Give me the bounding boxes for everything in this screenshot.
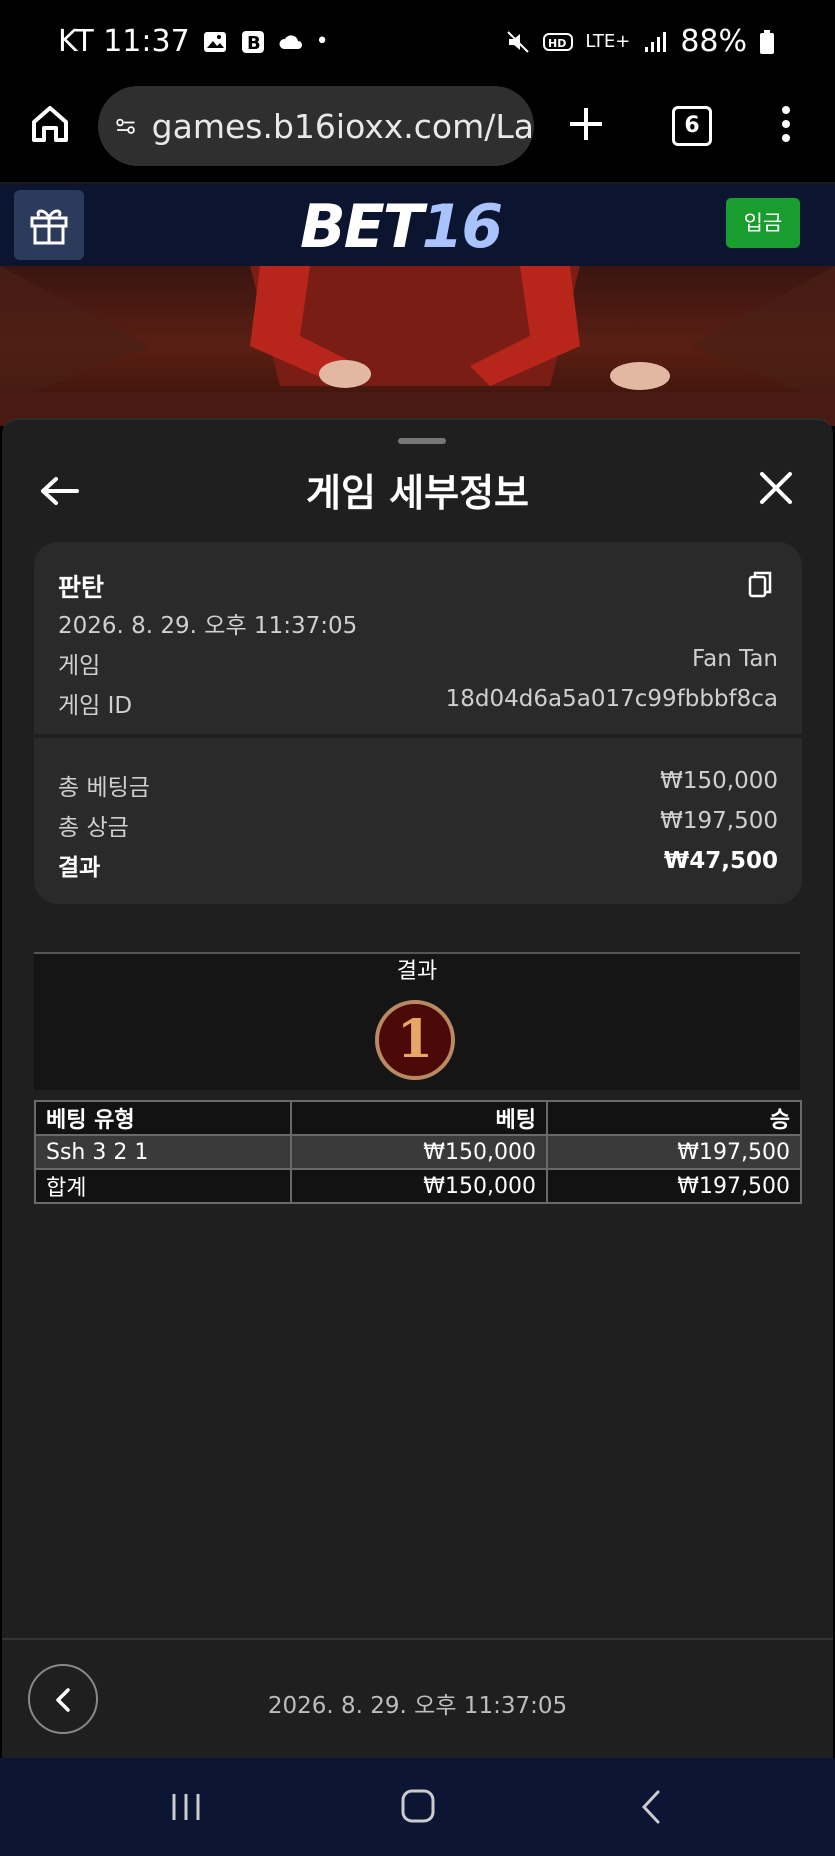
home-nav-icon[interactable] xyxy=(400,1788,436,1824)
address-bar[interactable]: games.b16ioxx.com/La xyxy=(98,86,534,166)
result-ball: 1 xyxy=(375,1000,455,1080)
recent-apps-icon[interactable] xyxy=(168,1790,204,1824)
mute-icon xyxy=(507,30,530,53)
svg-text:HD: HD xyxy=(548,37,566,50)
bet-table: 베팅 유형 베팅 승 Ssh 3 2 1 ₩150,000 ₩197,500 합… xyxy=(34,1100,802,1204)
game-id-value: 18d04d6a5a017c99fbbbf8ca xyxy=(445,686,778,712)
game-label: 게임 xyxy=(58,653,101,679)
signal-icon xyxy=(645,31,667,52)
column-header-bet-type: 베팅 유형 xyxy=(34,1100,292,1136)
result-label: 결과 xyxy=(58,855,101,881)
table-row-total: 합계 ₩150,000 ₩197,500 xyxy=(34,1168,802,1204)
summary-card: 판탄 2026. 8. 29. 오후 11:37:05 게임 Fan Tan 게임… xyxy=(34,542,802,904)
url-text: games.b16ioxx.com/La xyxy=(151,106,534,146)
dot-icon: • xyxy=(315,29,329,54)
table-row: Ssh 3 2 1 ₩150,000 ₩197,500 xyxy=(34,1134,802,1170)
total-prize-value: ₩197,500 xyxy=(660,808,778,834)
cell-total-bet: ₩150,000 xyxy=(290,1168,548,1204)
cell-total-win: ₩197,500 xyxy=(546,1168,802,1204)
dealer-image xyxy=(0,266,835,426)
gift-button[interactable] xyxy=(14,190,84,260)
column-header-win: 승 xyxy=(546,1100,802,1136)
panel-title: 게임 세부정보 xyxy=(306,471,529,515)
result-value: ₩47,500 xyxy=(663,848,778,874)
network-type: LTE+ xyxy=(585,31,631,52)
table-header-row: 베팅 유형 베팅 승 xyxy=(34,1100,802,1136)
system-nav-bar xyxy=(0,1758,835,1856)
status-bar: KT 11:37 B • HD LTE+ 88% xyxy=(0,0,835,86)
browser-toolbar: games.b16ioxx.com/La 6 xyxy=(0,86,835,184)
game-datetime: 2026. 8. 29. 오후 11:37:05 xyxy=(58,613,358,639)
gallery-icon xyxy=(203,31,226,52)
battery-icon xyxy=(760,29,774,54)
deposit-button[interactable]: 입금 xyxy=(726,198,800,248)
bet16-logo[interactable]: BET16 xyxy=(300,192,503,262)
result-table-header: 결과 xyxy=(34,952,800,992)
hd-icon: HD xyxy=(543,32,574,51)
result-ball-row: 1 xyxy=(34,990,800,1090)
site-settings-icon[interactable] xyxy=(116,111,136,141)
game-name: 판탄 xyxy=(58,573,105,602)
cell-total-label: 합계 xyxy=(34,1168,292,1204)
new-tab-icon[interactable] xyxy=(568,106,604,142)
copy-icon[interactable] xyxy=(748,570,772,598)
game-id-label: 게임 ID xyxy=(58,693,133,719)
svg-text:B: B xyxy=(247,33,261,54)
home-icon[interactable] xyxy=(30,104,70,144)
column-header-bet: 베팅 xyxy=(290,1100,548,1136)
tab-switcher-button[interactable]: 6 xyxy=(672,106,712,146)
game-value: Fan Tan xyxy=(691,646,778,672)
cloud-icon xyxy=(279,34,302,49)
total-prize-label: 총 상금 xyxy=(58,815,129,841)
footer-datetime: 2026. 8. 29. 오후 11:37:05 xyxy=(267,1693,568,1719)
battery-percent: 88% xyxy=(680,24,747,59)
back-nav-icon[interactable] xyxy=(638,1788,664,1826)
footer-divider xyxy=(2,1638,833,1640)
cell-bet-type: Ssh 3 2 1 xyxy=(34,1134,292,1170)
carrier-time: KT 11:37 xyxy=(58,24,190,59)
total-bet-label: 총 베팅금 xyxy=(58,775,150,801)
total-bet-value: ₩150,000 xyxy=(660,768,778,794)
drag-handle[interactable] xyxy=(398,438,446,444)
game-detail-panel: 게임 세부정보 판탄 2026. 8. 29. 오후 11:37:05 게임 Fa… xyxy=(2,418,833,1760)
game-video-banner xyxy=(0,266,835,426)
close-icon[interactable] xyxy=(758,470,794,506)
site-header: BET16 입금 xyxy=(0,184,835,266)
cell-bet: ₩150,000 xyxy=(290,1134,548,1170)
gift-icon xyxy=(30,209,68,245)
divider xyxy=(34,734,802,738)
more-menu-icon[interactable] xyxy=(776,104,796,144)
b-app-icon: B xyxy=(241,30,264,54)
cell-win: ₩197,500 xyxy=(546,1134,802,1170)
